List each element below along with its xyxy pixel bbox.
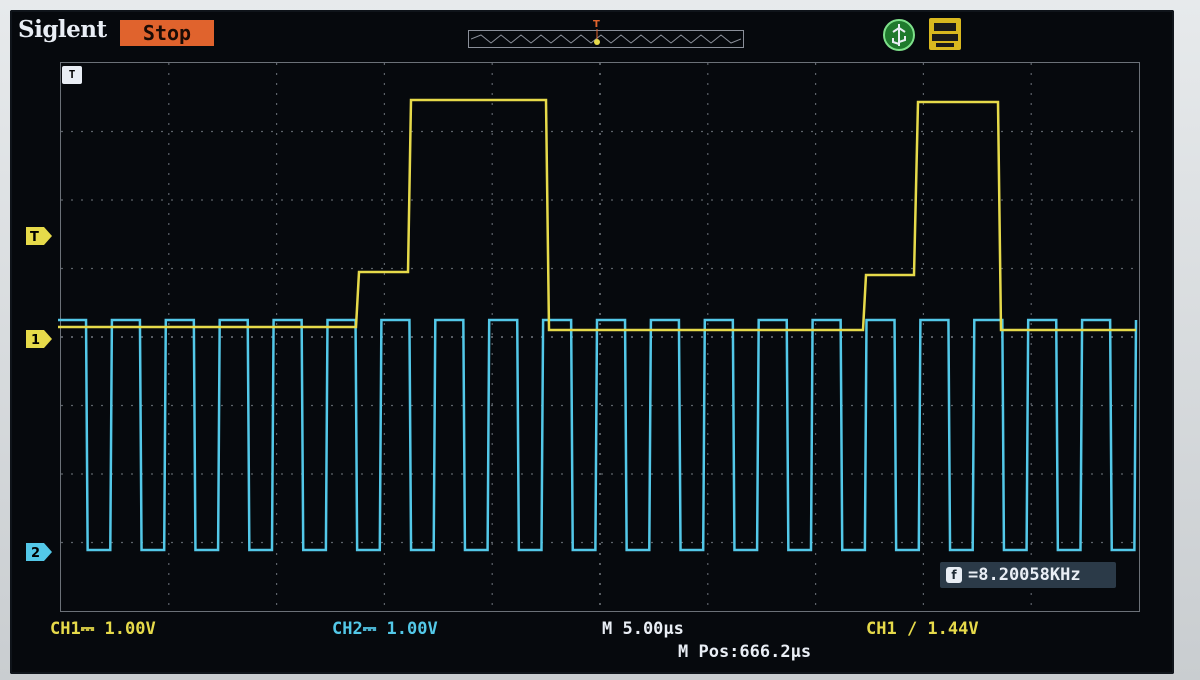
svg-text:1: 1 (31, 333, 40, 348)
ch2-waveform (58, 318, 1138, 552)
ch1-waveform (58, 98, 1136, 332)
frequency-value: =8.20058KHz (968, 565, 1081, 585)
trigger-indicator: T (62, 66, 82, 84)
ch2-scale-readout[interactable]: CH2⎓ 1.00V (332, 619, 438, 639)
horizontal-position-readout[interactable]: M Pos:666.2μs (678, 642, 811, 662)
frequency-counter-icon: f (946, 567, 962, 583)
oscilloscope-screen: Siglent Stop T T T 1 2 f =8.20058KHz CH1… (10, 10, 1174, 674)
frequency-counter: f =8.20058KHz (940, 562, 1116, 588)
ch1-scale-readout[interactable]: CH1⎓ 1.00V (50, 619, 156, 639)
timebase-readout[interactable]: M 5.00μs (602, 619, 684, 639)
trigger-level-marker[interactable]: T (26, 226, 56, 246)
svg-text:2: 2 (31, 546, 40, 561)
ch1-offset-marker[interactable]: 1 (26, 329, 56, 349)
trigger-readout[interactable]: CH1 ∕ 1.44V (866, 619, 979, 639)
svg-text:T: T (30, 230, 39, 245)
ch2-offset-marker[interactable]: 2 (26, 542, 56, 562)
